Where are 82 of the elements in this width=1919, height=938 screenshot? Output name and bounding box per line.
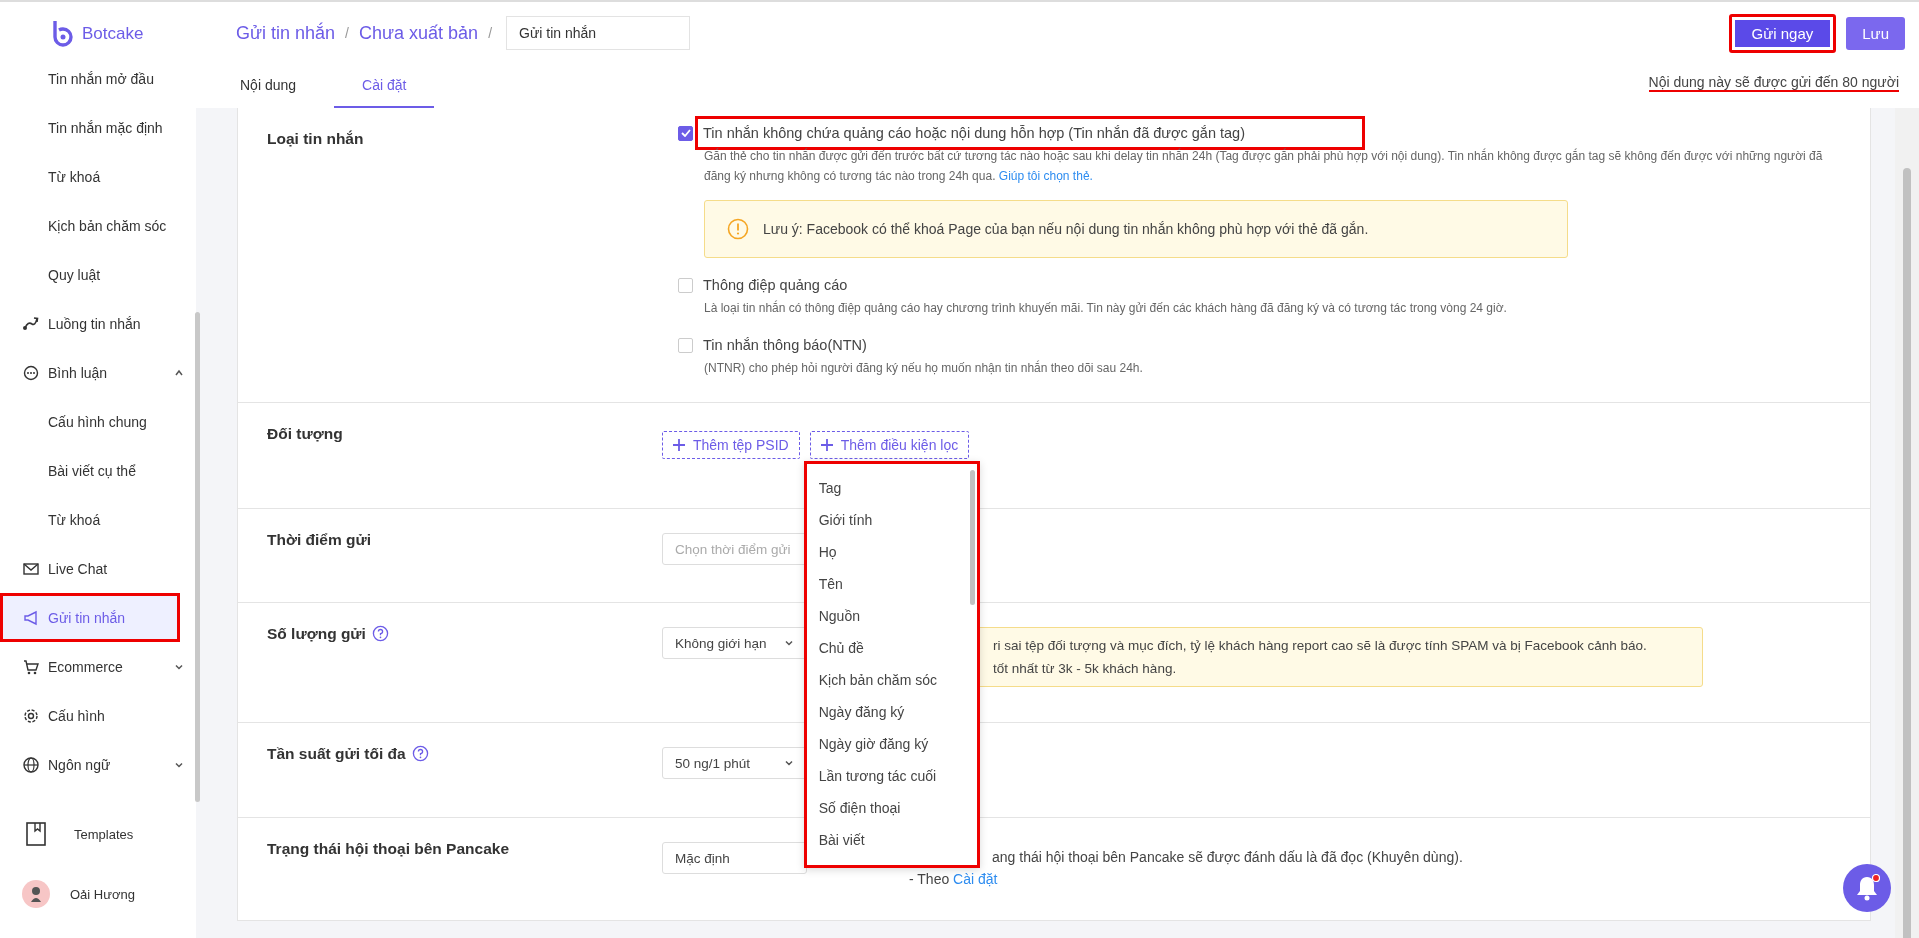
sidebar-item[interactable]: Cấu hình [0, 691, 196, 740]
checkbox[interactable] [678, 125, 693, 141]
section-label: Trạng thái hội thoại bên Pancake [267, 840, 510, 858]
globe-icon [22, 755, 40, 774]
section-label: Loại tin nhắn [267, 130, 364, 148]
option-description: Gắn thẻ cho tin nhắn được gửi đến trước bất cứ tương tác nào hoặc sau khi delay tin nhắn 24h (Tag được gắn phải phù hợp với nội dung). Tin nhắn không được gắn tag sẽ không đến được với những người đã đăng ký nhưng không có tương tác nào trong 24h qua. Giúp tôi chọn thẻ. [703, 147, 1824, 185]
menu-item[interactable]: Giới tính [806, 504, 977, 536]
add-button[interactable]: Thêm điều kiện lọc [809, 431, 970, 459]
checkbox-label: Thông điệp quảng cáo [703, 277, 848, 293]
sidebar-item[interactable]: Từ khoá [0, 152, 196, 201]
warning-text: Lưu ý: Facebook có thể khoá Page của bạn nếu nội dung tin nhắn không phù hợp với thẻ đã gắn. [763, 221, 1369, 237]
menu-item[interactable]: Ngày đăng ký [806, 696, 977, 728]
title-field[interactable]: Gửi tin nhắn [506, 16, 691, 50]
chat-bubble-icon [22, 363, 40, 382]
sidebar-item[interactable]: Luồng tin nhắn [0, 299, 196, 348]
route-icon [22, 314, 40, 333]
chevron-icon [174, 367, 184, 378]
scrollbar[interactable] [969, 470, 975, 605]
send-now-button[interactable]: Gửi ngay [1728, 13, 1837, 53]
brand-name: Botcake [82, 24, 144, 44]
cart-icon [22, 657, 40, 676]
sidebar-item[interactable]: Tin nhắn mở đầu [0, 54, 196, 103]
avatar[interactable] [22, 880, 50, 908]
sidebar-item[interactable]: Bài viết cụ thể [0, 446, 196, 495]
settings-link[interactable]: Cài đặt [953, 871, 998, 887]
sidebar-item[interactable]: Cấu hình chung [0, 397, 196, 446]
select-field[interactable]: 50 ng/1 phút [662, 747, 807, 779]
recipient-count-note: Nội dung này sẽ được gửi đến 80 người [1648, 74, 1899, 92]
sidebar-item[interactable]: Tin nhắn mặc định [0, 103, 196, 152]
megaphone-icon [22, 608, 40, 627]
section-label: Số lượng gửi [267, 625, 366, 643]
templates-link[interactable]: Templates [74, 826, 134, 842]
save-button[interactable]: Lưu [1846, 16, 1905, 50]
sidebar-item[interactable]: Gửi tin nhắn [0, 593, 180, 642]
hint-text: ang thái hội thoại bên Pancake sẽ được đánh dấu là đã đọc (Khuyên dùng). [991, 848, 1463, 867]
warning-icon [727, 218, 749, 240]
warning-text: tốt nhất từ 3k - 5k khách hàng. [993, 660, 1178, 678]
checkbox-label: Tin nhắn thông báo(NTN) [703, 337, 867, 353]
menu-item[interactable]: Bài viết [806, 824, 977, 856]
section-label: Thời điểm gửi [267, 531, 372, 549]
breadcrumb-link[interactable]: Gửi tin nhắn [236, 22, 336, 44]
menu-item[interactable]: Nguồn [806, 600, 977, 632]
user-name: Oải Hương [70, 886, 135, 902]
scrollbar[interactable] [195, 312, 200, 802]
scrollbar[interactable] [1895, 108, 1919, 938]
breadcrumb-separator: / [488, 25, 493, 41]
menu-item[interactable]: Số điện thoại [806, 792, 977, 824]
sidebar-item[interactable]: Quy luật [0, 250, 196, 299]
section-label: Đối tượng [267, 425, 343, 443]
notification-button[interactable] [1843, 864, 1891, 912]
warning-text: ri sai tệp đối tượng và mục đích, tỷ lệ khách hàng report cao sẽ là được tính SPAM và bị Facebook cảnh báo. [993, 637, 1648, 655]
menu-item[interactable]: Ngày giờ đăng ký [806, 728, 977, 760]
tab[interactable]: Nội dung [220, 64, 317, 108]
menu-item[interactable]: Kịch bản chăm sóc [806, 664, 977, 696]
hint-text: - Theo Cài đặt [909, 870, 999, 889]
sidebar-item[interactable]: Ngôn ngữ [0, 740, 196, 789]
menu-item[interactable]: Họ [806, 536, 977, 568]
sidebar-item[interactable]: Ecommerce [0, 642, 196, 691]
breadcrumb-separator: / [345, 25, 349, 41]
bookmark-icon[interactable] [26, 822, 46, 846]
sidebar-item[interactable]: Từ khoá [0, 495, 196, 544]
menu-item[interactable]: Lần tương tác cuối [806, 760, 977, 792]
plus-icon [820, 439, 833, 451]
select-field[interactable]: Không giới hạn [662, 627, 807, 659]
sidebar-item[interactable]: Kịch bản chăm sóc [0, 201, 196, 250]
add-button[interactable]: Thêm tệp PSID [662, 431, 800, 459]
sidebar-item[interactable]: Bình luận [0, 348, 196, 397]
bell-icon [1854, 874, 1880, 902]
option-description: (NTNR) cho phép hỏi người đăng ký nếu họ muốn nhận tin nhắn theo dõi sau 24h. [703, 359, 1144, 377]
breadcrumb-link[interactable]: Chưa xuất bản [359, 22, 479, 44]
select-field[interactable]: Mặc định [662, 842, 807, 874]
menu-item[interactable]: Tên [806, 568, 977, 600]
option-description: Là loại tin nhắn có thông điệp quảng cáo hay chương trình khuyến mãi. Tin này gửi đến các khách hàng đã đăng ký và có tương tác trong vòng 24 giờ. [703, 299, 1508, 317]
logo-icon [50, 19, 76, 49]
help-link[interactable]: Giúp tôi chọn thẻ. [998, 169, 1093, 183]
help-icon[interactable] [411, 745, 429, 762]
section-label: Tần suất gửi tối đa [267, 745, 406, 763]
menu-item[interactable]: Chủ đề [806, 632, 977, 664]
plus-icon [673, 439, 685, 451]
help-icon[interactable] [371, 625, 389, 642]
menu-item[interactable]: Tag [806, 472, 977, 504]
sidebar-item[interactable]: Live Chat [0, 544, 196, 593]
